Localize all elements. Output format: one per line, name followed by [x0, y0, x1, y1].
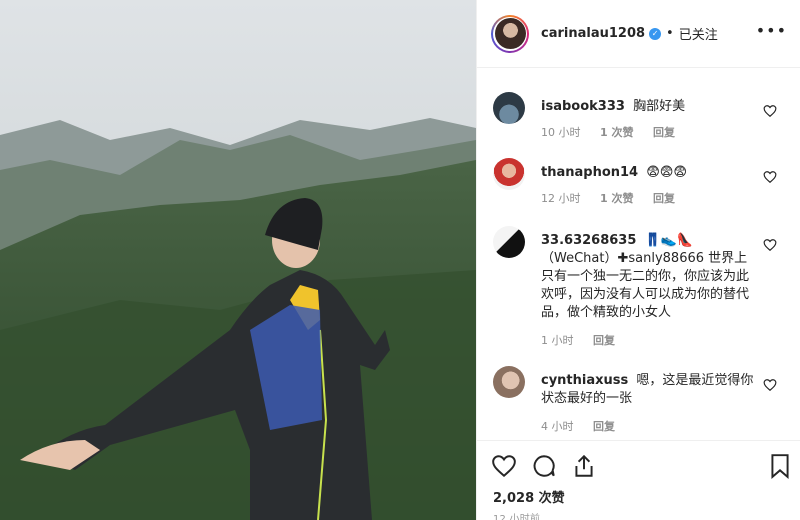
comment-body: thanaphon14 😨😨😨 [541, 164, 751, 182]
heart-icon[interactable] [763, 238, 777, 252]
reply-button[interactable]: 回复 [593, 420, 615, 433]
commenter-avatar[interactable] [493, 366, 525, 398]
heart-icon[interactable] [763, 104, 777, 118]
author-username[interactable]: carinalau1208 [541, 26, 645, 41]
comment-text: 胸部好美 [633, 99, 686, 114]
post-sidebar: carinalau1208 ✓ • 已关注 ••• isabook333 胸部好… [476, 0, 800, 520]
share-icon[interactable] [571, 453, 597, 479]
commenter-avatar[interactable] [493, 226, 525, 258]
more-options-icon[interactable]: ••• [756, 23, 787, 39]
comment-meta: 10 小时 1 次赞 回复 [541, 124, 691, 140]
follow-status-button[interactable]: 已关注 [679, 24, 718, 43]
post-time: 12 小时前 [493, 514, 541, 520]
comment-list: isabook333 胸部好美 10 小时 1 次赞 回复 thanaphon1… [477, 78, 800, 440]
post-header: carinalau1208 ✓ • 已关注 ••• [477, 0, 800, 68]
comment-time: 12 小时 [541, 192, 581, 205]
author-avatar[interactable] [491, 14, 529, 53]
comment-time: 1 小时 [541, 334, 574, 347]
avatar-inner [493, 16, 527, 51]
comment-icon[interactable] [531, 453, 557, 479]
reply-button[interactable]: 回复 [653, 126, 675, 139]
post-photo [0, 0, 476, 520]
avatar-image [494, 18, 526, 49]
verified-badge-icon: ✓ [649, 27, 662, 40]
comment-likes[interactable]: 1 次赞 [600, 192, 633, 205]
reply-button[interactable]: 回复 [653, 192, 675, 205]
commenter-avatar[interactable] [493, 92, 525, 124]
comment-meta: 4 小时 回复 [541, 418, 631, 434]
comment-time: 10 小时 [541, 126, 581, 139]
comment-body: cynthiaxuss 嗯，这是最近觉得你状态最好的一张 [541, 372, 755, 408]
comment-text: 😨😨😨 [646, 165, 687, 180]
reply-button[interactable]: 回复 [593, 334, 615, 347]
comment-meta: 12 小时 1 次赞 回复 [541, 190, 691, 206]
comment-meta: 1 小时 回复 [541, 332, 631, 348]
separator: • [666, 26, 674, 41]
comment-username[interactable]: isabook333 [541, 99, 625, 114]
bookmark-icon[interactable] [767, 453, 793, 479]
heart-icon[interactable] [763, 170, 777, 184]
comment-username[interactable]: 33.63268635 [541, 233, 636, 248]
post-footer: 2,028 次赞 12 小时前 [477, 440, 800, 520]
comment-body: 33.63268635 👖👟👠（WeChat）✚sanly88666 世界上只有… [541, 232, 755, 322]
heart-icon[interactable] [763, 378, 777, 392]
comment-likes[interactable]: 1 次赞 [600, 126, 633, 139]
comment-username[interactable]: thanaphon14 [541, 165, 638, 180]
comment-time: 4 小时 [541, 420, 574, 433]
comment-body: isabook333 胸部好美 [541, 98, 751, 116]
photo-illustration [0, 0, 476, 520]
heart-icon[interactable] [491, 453, 517, 479]
comment-username[interactable]: cynthiaxuss [541, 373, 628, 388]
action-bar [491, 453, 597, 479]
commenter-avatar[interactable] [493, 158, 525, 190]
instagram-post-modal: carinalau1208 ✓ • 已关注 ••• isabook333 胸部好… [0, 0, 800, 520]
like-count[interactable]: 2,028 次赞 [493, 487, 565, 506]
